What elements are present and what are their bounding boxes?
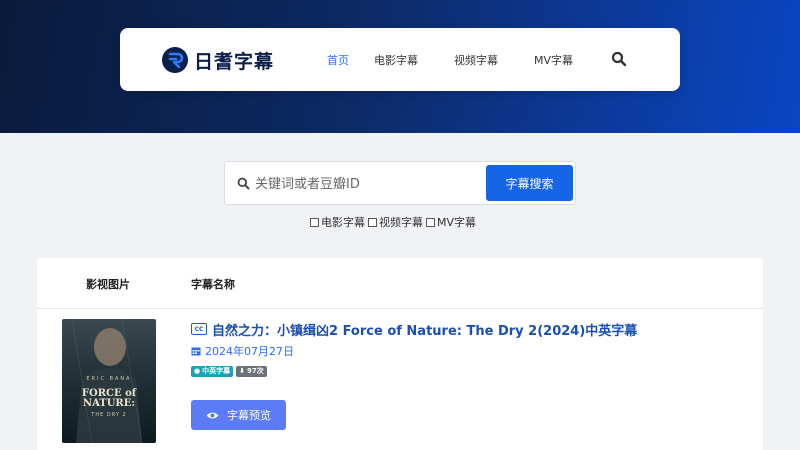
poster-subtitle: THE DRY 2 — [91, 412, 127, 418]
checkbox[interactable] — [310, 217, 319, 227]
globe-icon: ● — [194, 367, 201, 375]
movie-poster[interactable]: ERIC BANA FORCE of NATURE: THE DRY 2 — [62, 319, 156, 443]
checkbox[interactable] — [426, 217, 435, 227]
filter-movie[interactable]: 电影字幕 — [310, 214, 365, 230]
eye-icon — [206, 412, 219, 418]
badge-group: ● 中英字幕 ⬇ 97次 — [191, 365, 270, 377]
column-header-name: 字幕名称 — [191, 278, 235, 291]
nav-item-video-subtitles[interactable]: 视频字幕 — [454, 52, 498, 68]
subtitle-title: 自然之力：小镇缉凶2 Force of Nature: The Dry 2(20… — [212, 323, 638, 339]
nav-item-mv-subtitles[interactable]: MV字幕 — [534, 52, 573, 68]
category-filters: 电影字幕 视频字幕 MV字幕 — [310, 214, 479, 230]
filter-video[interactable]: 视频字幕 — [368, 214, 423, 230]
preview-button[interactable]: 字幕预览 — [191, 400, 286, 430]
filter-mv[interactable]: MV字幕 — [426, 214, 476, 230]
search-input[interactable] — [255, 171, 480, 197]
nav-item-home[interactable]: 首页 — [327, 52, 349, 68]
search-button[interactable]: 字幕搜索 — [486, 165, 573, 201]
column-header-image: 影视图片 — [86, 278, 130, 291]
download-icon: ⬇ — [239, 367, 245, 375]
closed-caption-icon: CC — [191, 323, 207, 335]
checkbox[interactable] — [368, 217, 377, 227]
release-date: 2024年07月27日 — [191, 344, 294, 358]
logo-icon — [162, 47, 188, 73]
results-table: 影视图片 字幕名称 ERIC BANA FORCE of NATURE: THE… — [37, 258, 763, 450]
poster-title: FORCE of NATURE: — [81, 388, 137, 409]
preview-label: 字幕预览 — [227, 409, 271, 422]
download-count-badge: ⬇ 97次 — [236, 365, 267, 377]
language-badge: ● 中英字幕 — [191, 365, 234, 377]
search-box: 字幕搜索 — [224, 161, 576, 205]
divider — [37, 308, 763, 309]
search-icon[interactable] — [611, 51, 627, 67]
site-logo[interactable]: 日耆字幕 — [162, 45, 274, 75]
calendar-icon — [191, 347, 201, 356]
nav-item-movie-subtitles[interactable]: 电影字幕 — [374, 52, 418, 68]
search-icon — [237, 177, 250, 190]
subtitle-title-link[interactable]: CC 自然之力：小镇缉凶2 Force of Nature: The Dry 2… — [191, 320, 638, 339]
date-text: 2024年07月27日 — [205, 345, 294, 358]
poster-actor: ERIC BANA — [86, 376, 132, 382]
top-navbar: 日耆字幕 首页 电影字幕 视频字幕 MV字幕 — [120, 28, 680, 91]
brand-name: 日耆字幕 — [194, 50, 275, 73]
